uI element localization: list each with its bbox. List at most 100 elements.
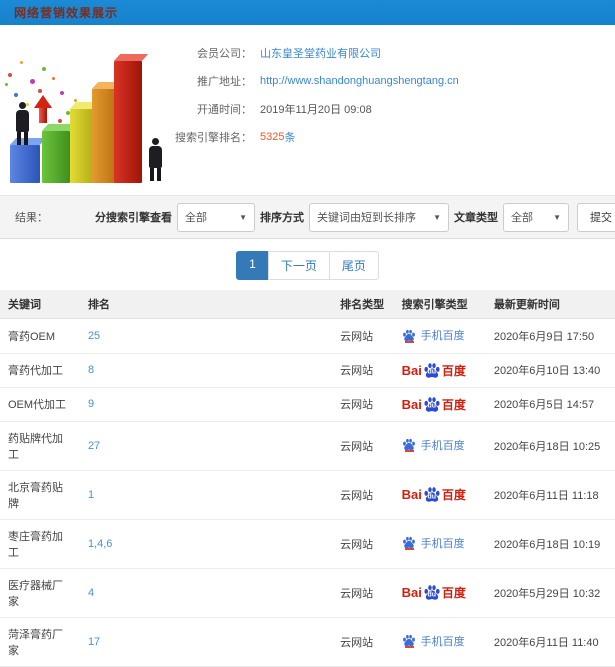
rank-type-cell: 云网站	[332, 470, 394, 520]
rank-link[interactable]: 9	[88, 398, 94, 410]
mobile-baidu-text: 手机百度	[420, 439, 465, 452]
baidu-paw-icon	[402, 635, 415, 647]
engine-cell: Bai du 百度	[393, 568, 486, 618]
rank-link[interactable]: 1	[88, 489, 94, 501]
promo-url-link[interactable]: http://www.shandonghuangshengtang.cn	[260, 75, 459, 87]
next-page-button[interactable]: 下一页	[267, 251, 330, 280]
rank-type-cell: 云网站	[332, 617, 394, 667]
confetti-dot	[60, 91, 64, 95]
updated-cell: 2020年6月11日 11:18	[485, 470, 615, 520]
mobile-baidu-paw-icon	[402, 536, 416, 551]
chevron-down-icon: ▼	[553, 212, 561, 222]
confetti-dot	[52, 77, 55, 80]
baidu-logo: Bai du 百度	[402, 584, 466, 601]
engine-cell: 手机百度	[393, 519, 486, 569]
rank-cell: 9	[79, 387, 333, 422]
article-type-label: 文章类型	[454, 212, 498, 224]
info-label: 会员公司：	[197, 48, 252, 60]
baidu-logo-bai: Bai	[401, 396, 422, 412]
keyword-cell: 药贴牌代加工	[0, 421, 80, 471]
sort-select-value: 关键词由短到长排序	[317, 212, 416, 224]
updated-cell: 2020年6月10日 13:40	[485, 353, 615, 388]
chevron-down-icon: ▼	[239, 212, 247, 222]
pagination: 1 下一页 尾页	[0, 251, 615, 280]
sort-select[interactable]: 关键词由短到长排序 ▼	[309, 202, 449, 232]
confetti-dot	[5, 83, 8, 86]
rank-cell: 4	[79, 568, 333, 618]
businessman-right-icon	[149, 138, 162, 181]
confetti-dot	[8, 73, 12, 77]
rank-type-cell: 云网站	[332, 353, 394, 388]
engine-select[interactable]: 全部 ▼	[177, 202, 255, 232]
confetti-dot	[30, 79, 35, 84]
baidu-logo-du: du	[427, 368, 437, 376]
mobile-baidu-paw-icon	[402, 438, 416, 453]
baidu-logo-bai: Bai	[401, 487, 422, 502]
table-row: 枣庄膏药加工 1,4,6 云网站 手机百度 2020年6月18日 10:19	[0, 519, 615, 569]
engine-cell: Bai du 百度	[393, 353, 486, 388]
baidu-logo-bai: Bai	[401, 585, 422, 600]
baidu-logo-zh: 百度	[441, 488, 466, 502]
table-row: OEM代加工 9 云网站 Bai du 百度 2020年6月5日 14:57	[0, 387, 615, 422]
company-info-section: 会员公司： 山东皇圣堂药业有限公司 推广地址： http://www.shandong…	[0, 25, 615, 191]
engine-cell: 手机百度	[393, 421, 486, 471]
info-row-open-time: 开通时间： 2019年11月20日 09:08	[172, 95, 615, 123]
engine-cell: Bai du 百度	[393, 470, 486, 520]
baidu-paw: du	[423, 396, 441, 413]
growth-bar-chart-illustration	[0, 31, 172, 189]
rank-link[interactable]: 8	[88, 364, 94, 376]
page-1-button[interactable]: 1	[236, 251, 269, 280]
baidu-paw-icon	[402, 537, 415, 549]
baidu-paw-icon	[402, 329, 415, 341]
updated-cell: 2020年6月18日 10:19	[485, 519, 615, 569]
rank-link[interactable]: 1,4,6	[88, 538, 112, 550]
rank-link[interactable]: 17	[88, 636, 100, 648]
updated-cell: 2020年6月9日 17:50	[485, 318, 615, 354]
rank-link[interactable]: 27	[88, 440, 100, 452]
info-row-engine-rank-count: 搜索引擎排名： 5325 条	[172, 123, 615, 151]
article-type-select[interactable]: 全部 ▼	[503, 202, 569, 232]
rank-type-cell: 云网站	[332, 421, 394, 471]
baidu-logo: Bai du 百度	[402, 396, 466, 413]
submit-button[interactable]: 提交	[577, 202, 615, 232]
rank-type-cell: 云网站	[332, 519, 394, 569]
keyword-cell: 北京膏药贴牌	[0, 470, 80, 520]
column-header-4: 最新更新时间	[485, 290, 615, 319]
confetti-dot	[14, 93, 18, 97]
bar-red	[114, 61, 142, 183]
mobile-baidu-label: 手机百度	[402, 327, 465, 343]
rank-link[interactable]: 25	[88, 330, 100, 342]
table-row: 药贴牌代加工 27 云网站 手机百度 2020年6月18日 10:25	[0, 421, 615, 471]
rank-type-cell: 云网站	[332, 568, 394, 618]
baidu-logo: Bai du 百度	[402, 486, 466, 503]
open-time-value: 2019年11月20日 09:08	[260, 104, 372, 116]
baidu-paw-icon	[402, 439, 415, 451]
member-company-link[interactable]: 山东皇圣堂药业有限公司	[260, 45, 381, 61]
table-header-row: 关键词 排名 排名类型 搜索引擎类型 最新更新时间	[0, 290, 615, 319]
rank-cell: 25	[79, 318, 333, 354]
updated-cell: 2020年6月5日 14:57	[485, 387, 615, 422]
keyword-cell: 菏泽膏药厂家	[0, 617, 80, 667]
mobile-baidu-label: 手机百度	[402, 535, 465, 551]
baidu-logo-du: du	[427, 402, 437, 410]
result-label: 结果：	[15, 212, 48, 224]
info-row-member-company: 会员公司： 山东皇圣堂药业有限公司	[172, 39, 615, 67]
mobile-baidu-text: 手机百度	[420, 537, 465, 550]
engine-cell: Bai du 百度	[393, 387, 486, 422]
mobile-baidu-text: 手机百度	[420, 635, 465, 648]
rank-link[interactable]: 4	[88, 587, 94, 599]
chevron-down-icon: ▼	[433, 212, 441, 222]
baidu-logo-zh: 百度	[441, 363, 466, 378]
confetti-dot	[20, 61, 23, 64]
company-info-list: 会员公司： 山东皇圣堂药业有限公司 推广地址： http://www.shandong…	[172, 31, 615, 191]
filter-bar: 结果： 分搜索引擎查看 全部 ▼ 排序方式 关键词由短到长排序 ▼ 文章类型 全…	[0, 195, 615, 239]
updated-cell: 2020年5月29日 10:32	[485, 568, 615, 618]
rank-cell: 1	[79, 470, 333, 520]
sort-filter-label: 排序方式	[260, 212, 304, 224]
table-row: 医疗器械厂家 4 云网站 Bai du 百度 2020年5月29日 10:32	[0, 568, 615, 618]
keyword-rank-table: 关键词 排名 排名类型 搜索引擎类型 最新更新时间 膏药OEM 25 云网站 手机百度 2020…	[0, 290, 615, 667]
info-label: 搜索引擎排名：	[175, 132, 252, 144]
last-page-button[interactable]: 尾页	[328, 251, 379, 280]
bar-blue	[10, 145, 40, 183]
baidu-logo-du: du	[427, 493, 437, 501]
